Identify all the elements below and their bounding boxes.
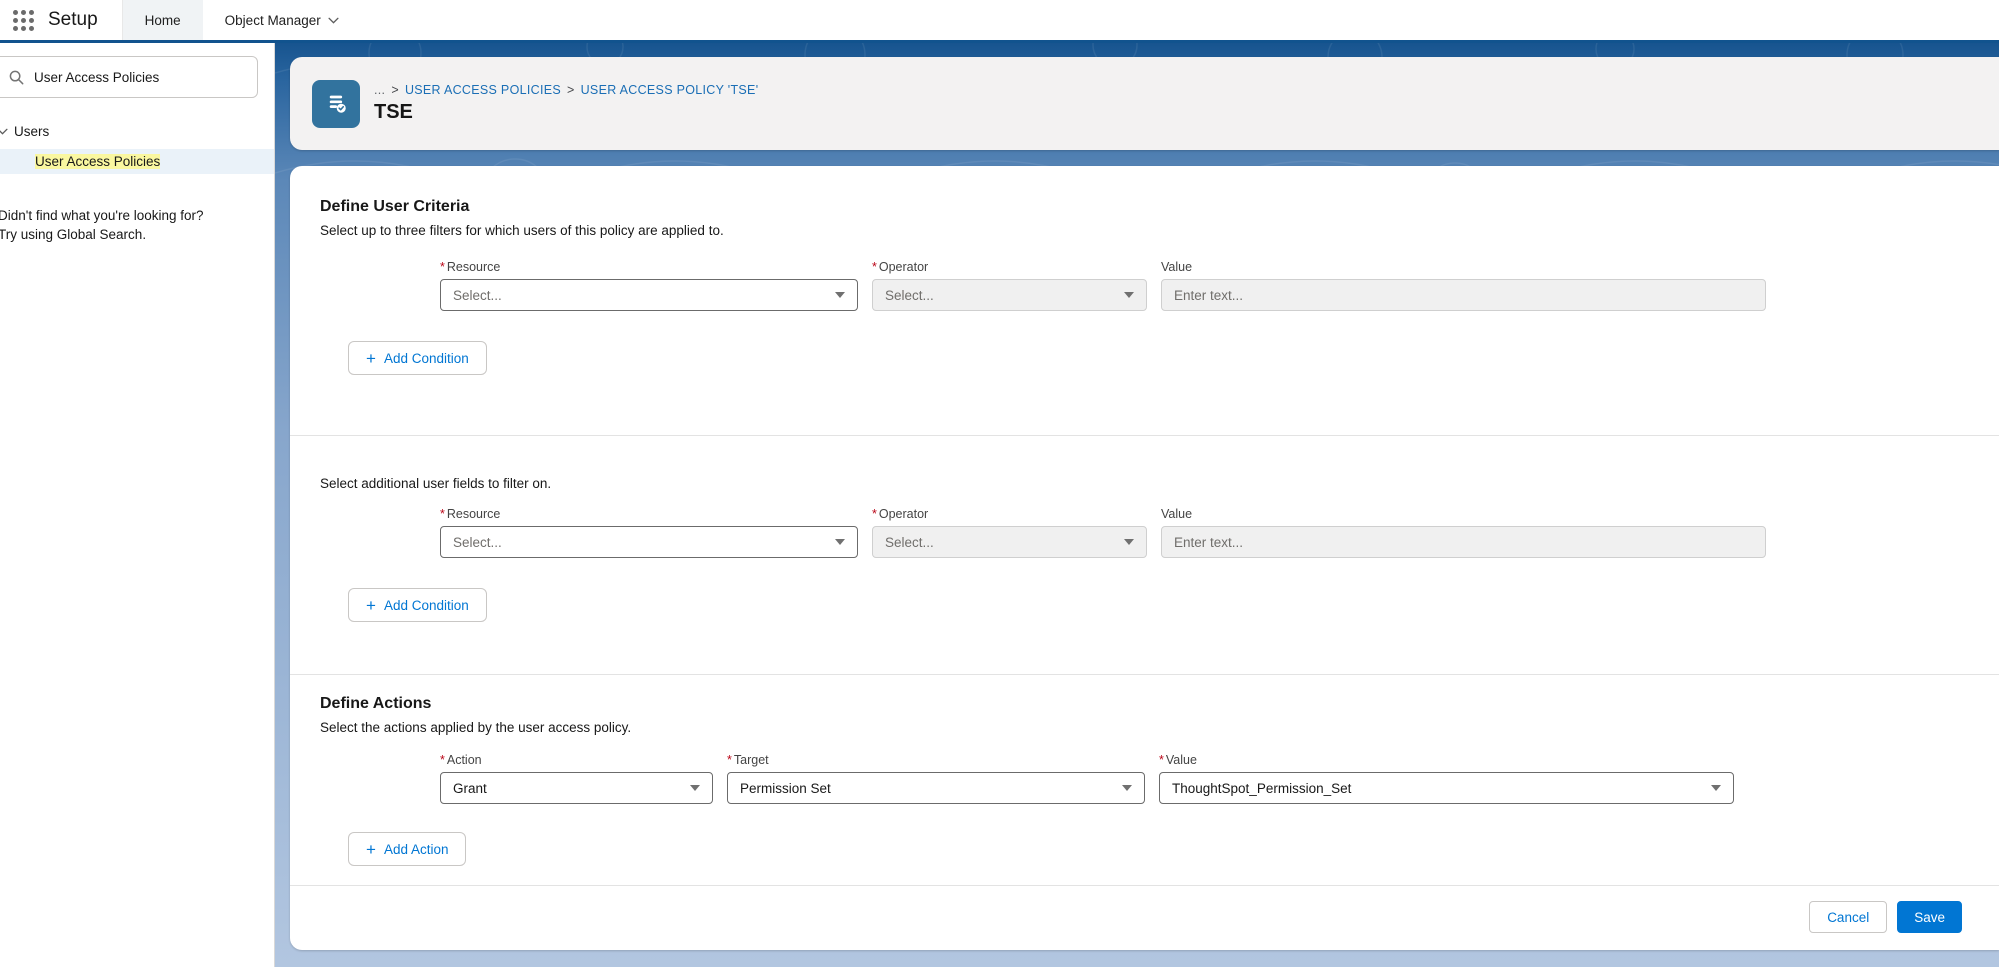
breadcrumb-ellipsis: ... — [374, 83, 385, 97]
page-header-card: ... > USER ACCESS POLICIES > USER ACCESS… — [290, 57, 1999, 150]
page-title: TSE — [374, 101, 758, 124]
setup-tree: Users User Access Policies — [0, 118, 274, 174]
tree-group-users[interactable]: Users — [0, 118, 274, 145]
section-define-user-criteria: Define User Criteria Select up to three … — [290, 166, 1999, 435]
section-additional-filters: Select additional user fields to filter … — [290, 436, 1999, 674]
criteria-field-row: *Resource Select... *Operator Select... — [440, 260, 1963, 311]
value-input[interactable] — [1161, 526, 1766, 558]
setup-sidebar: Users User Access Policies Didn't find w… — [0, 43, 275, 967]
chevron-down-icon — [1124, 539, 1134, 545]
chevron-down-icon — [1711, 785, 1721, 791]
plus-icon: + — [366, 841, 376, 858]
plus-icon: + — [366, 350, 376, 367]
target-label: *Target — [727, 753, 1145, 767]
form-footer: Cancel Save — [290, 885, 1999, 948]
operator-label: *Operator — [872, 260, 1147, 274]
quick-find-input[interactable] — [34, 70, 234, 85]
section-description: Select the actions applied by the user a… — [320, 720, 1963, 735]
salesforce-setup-screen: Setup Home Object Manager — [0, 0, 1999, 967]
action-label: *Action — [440, 753, 713, 767]
waffle-grid-icon — [13, 10, 34, 31]
cancel-button[interactable]: Cancel — [1809, 901, 1887, 933]
content-region: ... > USER ACCESS POLICIES > USER ACCESS… — [275, 43, 1999, 967]
action-value-label: *Value — [1159, 753, 1734, 767]
resource-label: *Resource — [440, 507, 858, 521]
global-header: Setup Home Object Manager — [0, 0, 1999, 40]
sidebar-search-box[interactable] — [0, 56, 258, 98]
save-button[interactable]: Save — [1897, 901, 1962, 933]
resource-label: *Resource — [440, 260, 858, 274]
plus-icon: + — [366, 597, 376, 614]
action-value-select[interactable]: ThoughtSpot_Permission_Set — [1159, 772, 1734, 804]
tab-object-manager[interactable]: Object Manager — [203, 0, 361, 40]
add-condition-button[interactable]: + Add Condition — [348, 341, 487, 375]
operator-label: *Operator — [872, 507, 1147, 521]
setup-title: Setup — [46, 0, 122, 40]
add-action-button[interactable]: + Add Action — [348, 832, 466, 866]
value-input[interactable] — [1161, 279, 1766, 311]
chevron-down-icon — [835, 539, 845, 545]
sidebar-item-user-access-policies[interactable]: User Access Policies — [0, 149, 274, 174]
additional-field-row: *Resource Select... *Operator Select... — [440, 507, 1963, 558]
target-select[interactable]: Permission Set — [727, 772, 1145, 804]
chevron-down-icon — [1122, 785, 1132, 791]
chevron-down-icon — [0, 128, 8, 135]
value-label: Value — [1161, 507, 1766, 521]
policy-form-card: Define User Criteria Select up to three … — [290, 166, 1999, 950]
tab-strip: Home Object Manager — [122, 0, 361, 40]
resource-select[interactable]: Select... — [440, 526, 858, 558]
section-heading: Define Actions — [320, 695, 1963, 713]
chevron-down-icon — [1124, 292, 1134, 298]
sidebar-note: Didn't find what you're looking for? Try… — [0, 206, 274, 244]
breadcrumb: ... > USER ACCESS POLICIES > USER ACCESS… — [374, 83, 758, 97]
search-icon — [9, 70, 24, 85]
action-select[interactable]: Grant — [440, 772, 713, 804]
section-define-actions: Define Actions Select the actions applie… — [290, 675, 1999, 885]
chevron-down-icon — [328, 17, 339, 24]
section-description: Select up to three filters for which use… — [320, 223, 1963, 238]
search-match-highlight: User Access Policies — [35, 154, 160, 169]
value-label: Value — [1161, 260, 1766, 274]
breadcrumb-link-user-access-policy-tse[interactable]: USER ACCESS POLICY 'TSE' — [581, 83, 759, 97]
chevron-down-icon — [835, 292, 845, 298]
user-access-policy-icon — [312, 80, 360, 128]
operator-select[interactable]: Select... — [872, 279, 1147, 311]
chevron-down-icon — [690, 785, 700, 791]
section-description: Select additional user fields to filter … — [320, 476, 1963, 491]
operator-select[interactable]: Select... — [872, 526, 1147, 558]
resource-select[interactable]: Select... — [440, 279, 858, 311]
section-heading: Define User Criteria — [320, 198, 1963, 216]
add-condition-button[interactable]: + Add Condition — [348, 588, 487, 622]
breadcrumb-link-user-access-policies[interactable]: USER ACCESS POLICIES — [405, 83, 561, 97]
app-launcher-icon[interactable] — [0, 0, 46, 40]
actions-field-row: *Action Grant *Target Permission Set — [440, 753, 1963, 804]
tab-home[interactable]: Home — [123, 0, 203, 40]
